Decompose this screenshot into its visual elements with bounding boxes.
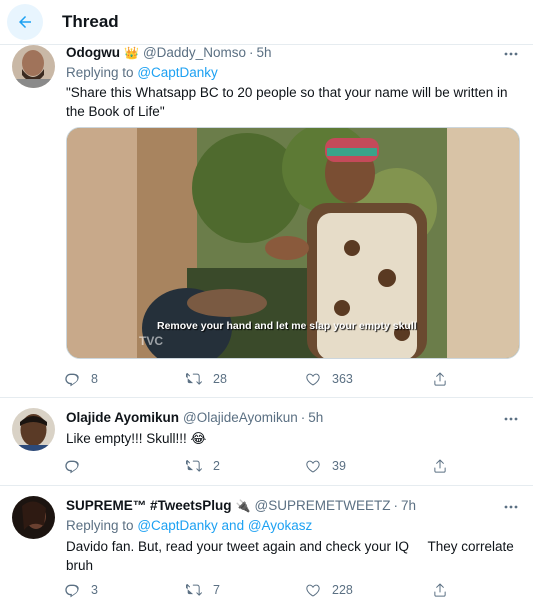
reply-button[interactable]: 8 — [64, 371, 98, 387]
tweet-text: Like empty!!! Skull!!! 😂 — [66, 431, 207, 446]
retweet-count: 28 — [213, 372, 227, 386]
reply-icon — [65, 460, 79, 474]
more-icon[interactable] — [503, 411, 519, 427]
timestamp[interactable]: 5h — [256, 45, 271, 60]
retweet-icon — [186, 584, 202, 596]
tweet-text: Davido fan. But, read your tweet again a… — [66, 539, 518, 573]
tweet-actions: 2 39 — [64, 458, 464, 478]
more-icon[interactable] — [503, 46, 519, 62]
reply-count: 8 — [91, 372, 98, 386]
replying-to: Replying to @CaptDanky and @Ayokasz — [66, 518, 312, 533]
like-icon — [306, 373, 320, 386]
replying-prefix: Replying to — [66, 518, 134, 533]
timestamp[interactable]: 7h — [401, 498, 416, 513]
share-icon — [434, 459, 446, 473]
reply-icon — [65, 373, 79, 387]
handle[interactable]: @Daddy_Nomso — [143, 45, 246, 60]
tweet-media[interactable]: Remove your hand and let me slap your em… — [66, 127, 520, 359]
share-button[interactable] — [432, 371, 448, 387]
tweet[interactable]: Odogwu 👑 @Daddy_Nomso · 5h Replying to @… — [0, 45, 533, 398]
media-caption: Remove your hand and let me slap your em… — [157, 320, 417, 332]
tweet-author-line: Olajide Ayomikun @OlajideAyomikun · 5h — [66, 410, 323, 425]
reply-icon — [65, 584, 79, 598]
share-button[interactable] — [432, 458, 448, 474]
tweet-actions: 3 7 228 — [64, 582, 464, 602]
back-button[interactable] — [7, 4, 43, 40]
like-count: 363 — [332, 372, 353, 386]
avatar[interactable] — [12, 496, 55, 539]
name-badge: 🔌 — [235, 498, 251, 513]
separator-dot: · — [393, 498, 398, 513]
like-button[interactable]: 228 — [305, 582, 353, 598]
replying-to-link[interactable]: @CaptDanky and @Ayokasz — [137, 518, 312, 533]
retweet-button[interactable]: 7 — [186, 582, 220, 598]
retweet-count: 2 — [213, 459, 220, 473]
share-icon — [434, 583, 446, 597]
retweet-button[interactable]: 28 — [186, 371, 227, 387]
display-name[interactable]: Odogwu — [66, 45, 120, 60]
avatar[interactable] — [12, 45, 55, 88]
like-icon — [306, 460, 320, 473]
replying-to: Replying to @CaptDanky — [66, 65, 218, 80]
tweet-author-line: SUPREME™ #TweetsPlug 🔌 @SUPREMETWEETZ · … — [66, 498, 416, 513]
reply-count: 3 — [91, 583, 98, 597]
name-badge: 👑 — [124, 45, 139, 60]
tweet[interactable]: SUPREME™ #TweetsPlug 🔌 @SUPREMETWEETZ · … — [0, 486, 533, 606]
handle[interactable]: @OlajideAyomikun — [183, 410, 298, 425]
tweet-actions: 8 28 363 — [64, 371, 464, 391]
replying-prefix: Replying to — [66, 65, 134, 80]
display-name[interactable]: SUPREME™ #TweetsPlug — [66, 498, 232, 513]
handle[interactable]: @SUPREMETWEETZ — [255, 498, 391, 513]
separator-dot: · — [248, 45, 254, 60]
thread-header: Thread — [0, 0, 533, 45]
like-button[interactable]: 39 — [305, 458, 346, 474]
replying-to-link[interactable]: @CaptDanky — [137, 65, 218, 80]
like-icon — [306, 584, 320, 597]
retweet-icon — [186, 460, 202, 472]
tweet[interactable]: Olajide Ayomikun @OlajideAyomikun · 5h L… — [0, 398, 533, 486]
share-icon — [434, 372, 446, 386]
reply-button[interactable] — [64, 458, 91, 474]
more-icon[interactable] — [503, 499, 519, 515]
like-count: 228 — [332, 583, 353, 597]
separator-dot: · — [300, 410, 306, 425]
retweet-count: 7 — [213, 583, 220, 597]
tweet-author-line: Odogwu 👑 @Daddy_Nomso · 5h — [66, 45, 271, 60]
display-name[interactable]: Olajide Ayomikun — [66, 410, 179, 425]
avatar[interactable] — [12, 408, 55, 451]
tweet-text: "Share this Whatsapp BC to 20 people so … — [66, 85, 508, 119]
timestamp[interactable]: 5h — [308, 410, 323, 425]
retweet-icon — [186, 373, 202, 385]
page-title: Thread — [62, 12, 119, 31]
share-button[interactable] — [432, 582, 448, 598]
media-watermark: TVC — [139, 334, 163, 348]
reply-button[interactable]: 3 — [64, 582, 98, 598]
back-arrow-icon — [19, 16, 31, 28]
like-count: 39 — [332, 459, 346, 473]
like-button[interactable]: 363 — [305, 371, 353, 387]
retweet-button[interactable]: 2 — [186, 458, 220, 474]
